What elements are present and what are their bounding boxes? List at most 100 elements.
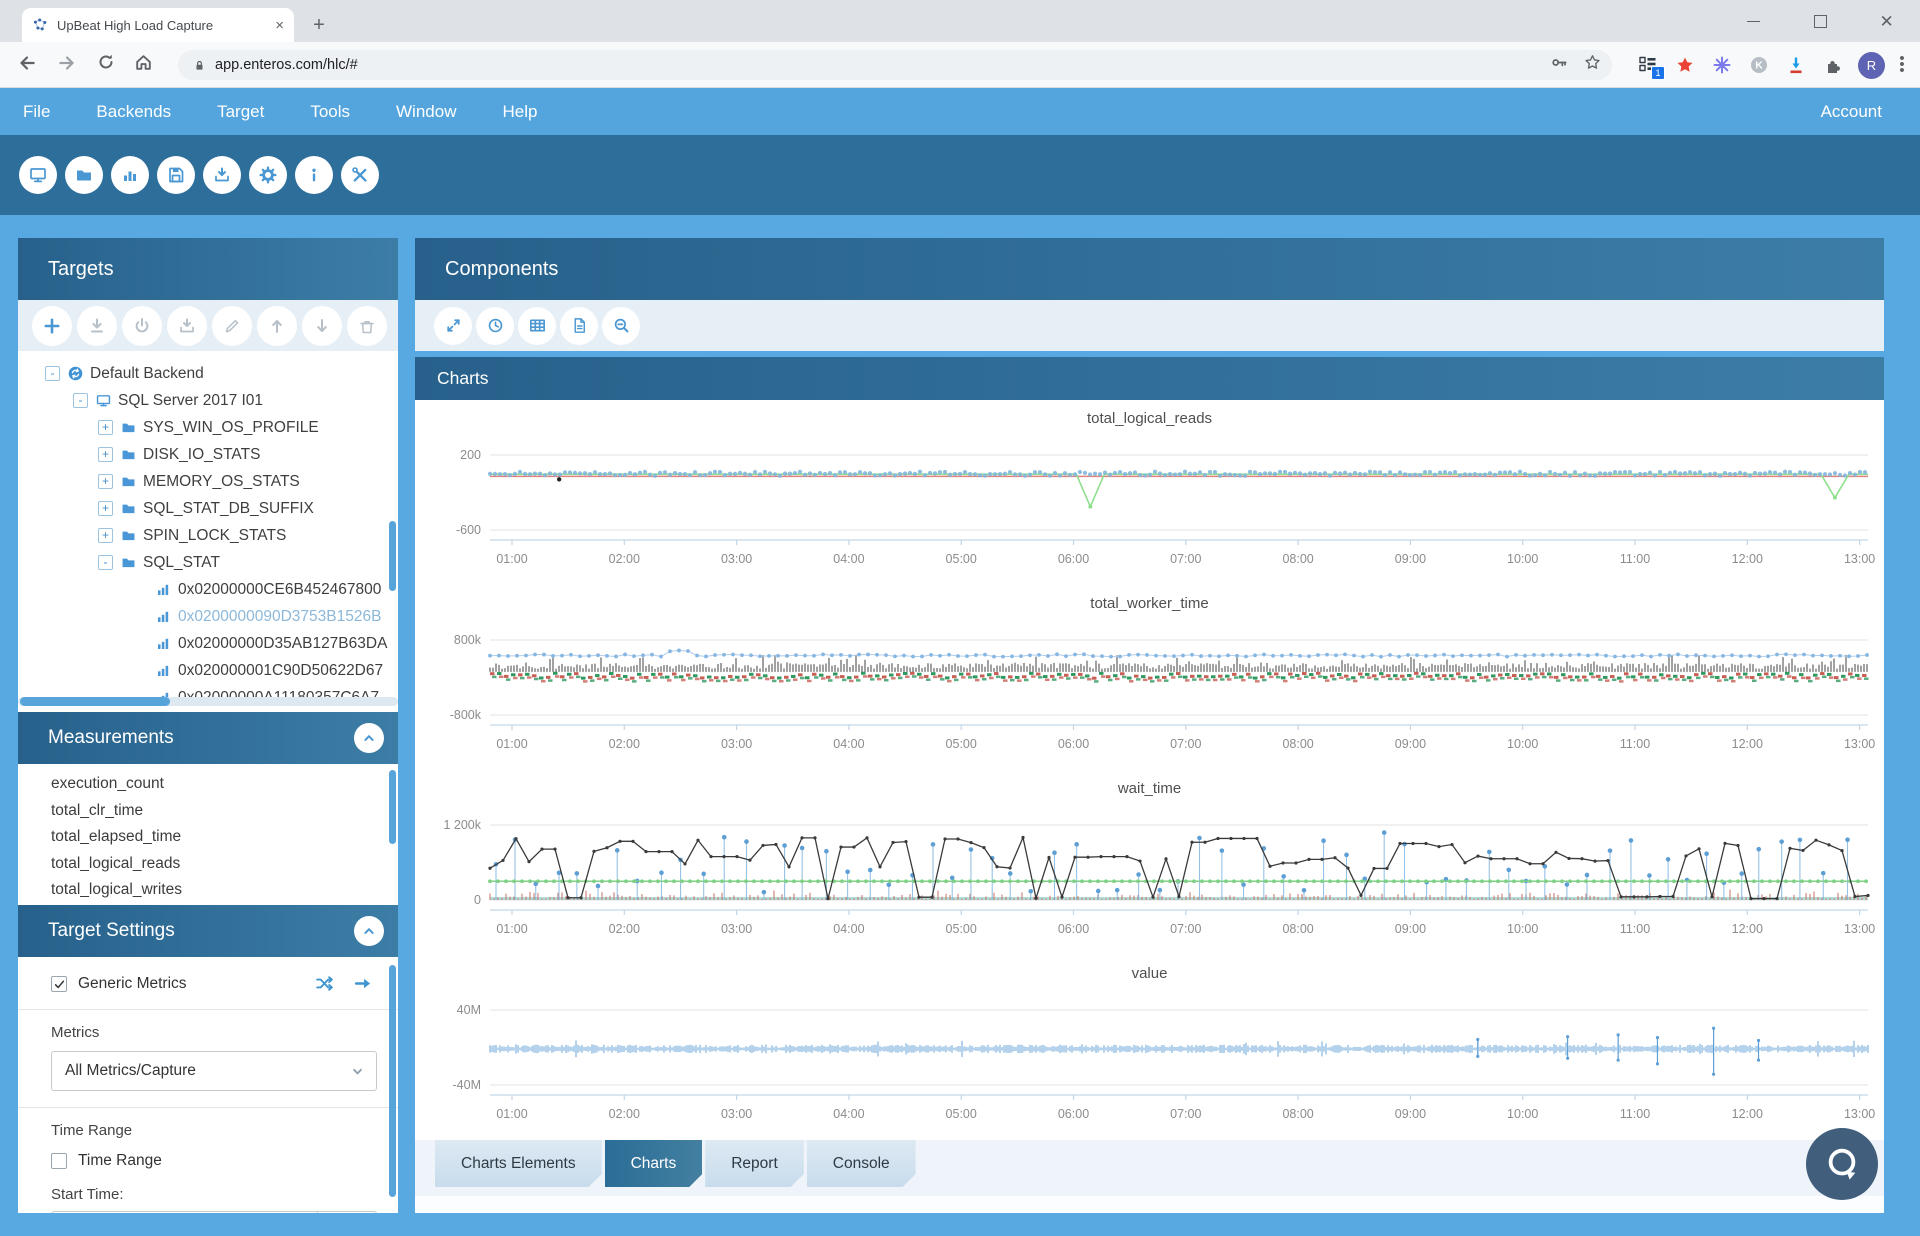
expand-toggle[interactable]: + — [98, 420, 113, 435]
key-icon[interactable] — [1550, 53, 1569, 72]
avatar[interactable]: R — [1858, 52, 1885, 79]
star-icon[interactable] — [1583, 53, 1602, 72]
menu-item-window[interactable]: Window — [373, 88, 479, 135]
browser-menu-icon[interactable]: ••• — [1898, 56, 1906, 74]
arrow-up-button[interactable] — [257, 306, 297, 346]
star-extension[interactable] — [1673, 53, 1697, 77]
new-tab-button[interactable]: + — [306, 13, 332, 39]
arrow-up-icon — [267, 316, 287, 336]
measurement-item[interactable]: total_elapsed_time — [18, 824, 398, 851]
tree-item-label: MEMORY_OS_STATS — [143, 473, 300, 491]
download-button[interactable] — [77, 306, 117, 346]
tree-item[interactable]: 0x02000000CE6B452467800 — [18, 576, 398, 603]
tree-item[interactable]: 0x02000000D35AB127B63DA — [18, 630, 398, 657]
measurements-scrollbar[interactable] — [389, 770, 396, 844]
zoom-out-button[interactable] — [602, 307, 640, 345]
import-button[interactable] — [203, 156, 241, 194]
menu-item-target[interactable]: Target — [194, 88, 287, 135]
collapse-toggle[interactable]: - — [73, 393, 88, 408]
folder-button[interactable] — [65, 156, 103, 194]
k-extension[interactable]: K — [1747, 53, 1771, 77]
bar-chart-button[interactable] — [111, 156, 149, 194]
measurement-item[interactable]: total_logical_reads — [18, 851, 398, 878]
chart-plot[interactable]: 200-60001:0002:0003:0004:0005:0006:0007:… — [423, 431, 1876, 591]
collapse-toggle[interactable]: - — [45, 366, 60, 381]
tree-vertical-scrollbar[interactable] — [389, 521, 396, 591]
pdf-button[interactable] — [560, 307, 598, 345]
arrow-down-button[interactable] — [302, 306, 342, 346]
collapse-toggle[interactable]: - — [98, 555, 113, 570]
measurement-item[interactable]: execution_count — [18, 771, 398, 798]
maximize-button[interactable] — [1787, 0, 1854, 42]
clock-button[interactable] — [476, 307, 514, 345]
tree-item[interactable]: +DISK_IO_STATS — [18, 441, 398, 468]
tab-report[interactable]: Report — [705, 1140, 804, 1187]
shuffle-icon[interactable] — [314, 973, 335, 994]
forward-icon[interactable] — [56, 52, 82, 78]
tree-item[interactable]: -SQL_STAT — [18, 549, 398, 576]
menu-item-account[interactable]: Account — [1798, 88, 1920, 135]
expand-toggle[interactable]: + — [98, 474, 113, 489]
tree-item[interactable]: +SQL_STAT_DB_SUFFIX — [18, 495, 398, 522]
blocks-extension[interactable]: 1 — [1636, 53, 1660, 77]
home-icon[interactable] — [133, 52, 159, 78]
tab-console[interactable]: Console — [807, 1140, 916, 1187]
tab-charts-elements[interactable]: Charts Elements — [435, 1140, 602, 1187]
import-button[interactable] — [167, 306, 207, 346]
power-button[interactable] — [122, 306, 162, 346]
collapse-settings-button[interactable] — [354, 916, 384, 946]
close-window-button[interactable]: ✕ — [1853, 0, 1920, 42]
address-bar[interactable]: app.enteros.com/hlc/# — [178, 50, 1612, 80]
trash-button[interactable] — [347, 306, 387, 346]
start-time-input[interactable] — [51, 1211, 377, 1213]
tree-item[interactable]: +SYS_WIN_OS_PROFILE — [18, 414, 398, 441]
metrics-select-value: All Metrics/Capture — [65, 1062, 196, 1080]
collapse-measurements-button[interactable] — [354, 723, 384, 753]
download-extension[interactable] — [1784, 53, 1808, 77]
settings-scrollbar[interactable] — [389, 965, 396, 1197]
tab-charts[interactable]: Charts — [605, 1140, 703, 1187]
chart-plot[interactable]: 40M-40M01:0002:0003:0004:0005:0006:0007:… — [423, 986, 1876, 1140]
info-button[interactable] — [295, 156, 333, 194]
expand-toggle[interactable]: + — [98, 501, 113, 516]
time-range-checkbox[interactable] — [51, 1153, 67, 1169]
tree-item[interactable]: 0x0200000090D3753B1526B — [18, 603, 398, 630]
settings-button[interactable] — [249, 156, 287, 194]
tree-item[interactable]: +SPIN_LOCK_STATS — [18, 522, 398, 549]
chart-plot[interactable]: 1 200k001:0002:0003:0004:0005:0006:0007:… — [423, 801, 1876, 961]
metrics-select[interactable]: All Metrics/Capture — [51, 1051, 377, 1091]
refresh-icon[interactable] — [96, 52, 122, 78]
measurement-item[interactable]: total_logical_writes — [18, 877, 398, 904]
browser-tab[interactable]: UpBeat High Load Capture × — [22, 8, 294, 42]
expand-button[interactable] — [434, 307, 472, 345]
tree-item[interactable]: -SQL Server 2017 I01 — [18, 387, 398, 414]
pencil-button[interactable] — [212, 306, 252, 346]
svg-text:07:00: 07:00 — [1170, 737, 1201, 751]
monitor-button[interactable] — [19, 156, 57, 194]
tree-item[interactable]: + MEMORY_OS_STATS — [18, 468, 398, 495]
menu-item-tools[interactable]: Tools — [287, 88, 373, 135]
table-button[interactable] — [518, 307, 556, 345]
save-button[interactable] — [157, 156, 195, 194]
chat-help-button[interactable] — [1806, 1128, 1878, 1200]
chart-plot[interactable]: 800k-800k01:0002:0003:0004:0005:0006:000… — [423, 616, 1876, 776]
expand-toggle[interactable]: + — [98, 528, 113, 543]
minimize-button[interactable] — [1720, 0, 1787, 42]
arrow-right-icon[interactable] — [353, 973, 374, 994]
close-icon[interactable]: × — [275, 17, 284, 34]
expand-toggle[interactable]: + — [98, 447, 113, 462]
menu-item-help[interactable]: Help — [479, 88, 560, 135]
puzzle-extension[interactable] — [1821, 53, 1845, 77]
menu-item-file[interactable]: File — [0, 88, 73, 135]
back-icon[interactable] — [16, 52, 42, 78]
tree-item[interactable]: -Default Backend — [18, 360, 398, 387]
plus-button[interactable] — [32, 306, 72, 346]
snowflake-extension[interactable] — [1710, 53, 1734, 77]
tree-item[interactable]: 0x020000001C90D50622D67 — [18, 657, 398, 684]
generic-metrics-checkbox[interactable] — [51, 976, 67, 992]
tree-horizontal-scrollbar[interactable] — [18, 697, 398, 706]
tools-button[interactable] — [341, 156, 379, 194]
measurement-item[interactable]: total_clr_time — [18, 798, 398, 825]
menu-item-backends[interactable]: Backends — [73, 88, 194, 135]
url-text[interactable]: app.enteros.com/hlc/# — [215, 57, 358, 73]
